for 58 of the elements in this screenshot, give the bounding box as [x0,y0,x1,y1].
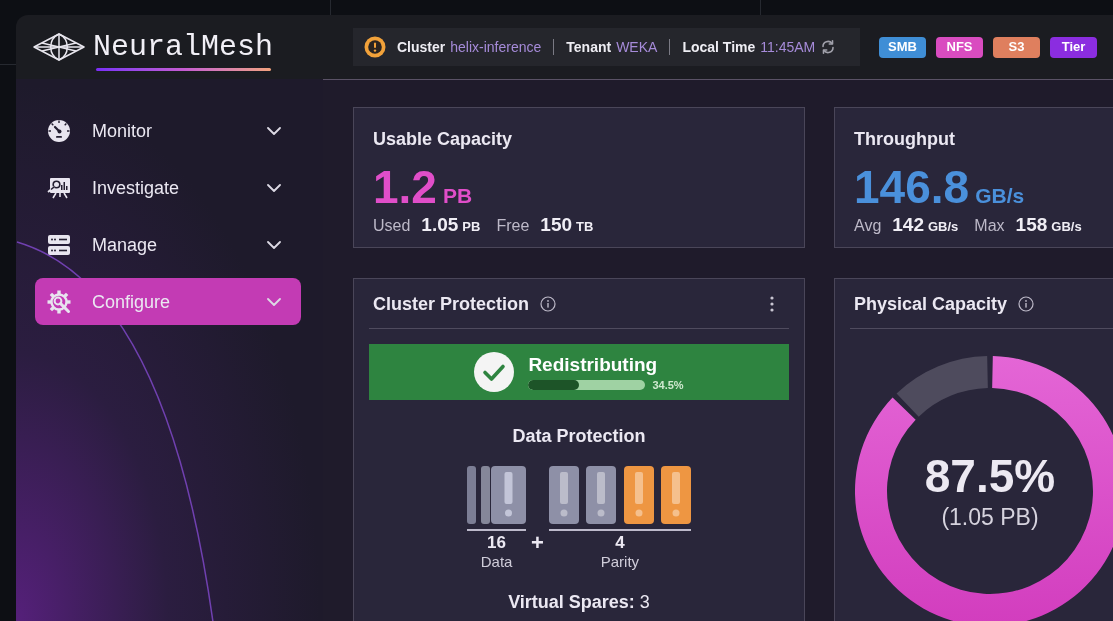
drive-stack-icon [467,466,527,524]
context-label: Cluster [397,37,446,57]
plus-sign: + [531,532,544,554]
protocol-tag: SMB [879,36,926,58]
section-title: Data Protection [512,425,646,447]
stat-label: Max [974,216,1005,236]
virtual-spares-text: Virtual Spares: 3 [508,591,650,613]
drive-group-label: Parity [600,553,640,571]
donut-percent: 87.5% [924,451,1056,500]
protocol-tag: Tier [1050,36,1097,58]
nav-item[interactable]: Configure [35,278,301,325]
card-title: Usable Capacity [373,128,514,150]
context-value: WEKA [616,37,658,57]
check-circle-icon [474,352,515,392]
stat-unit: GB/s [928,218,959,236]
gauge-icon [47,118,71,143]
metric-value: 146.8 [854,164,970,210]
context-label: Tenant [566,37,612,57]
stat-label: Used [373,216,411,236]
metric-unit: PB [442,184,473,208]
info-icon[interactable] [1018,295,1035,312]
stat-value: 1.05 [421,213,459,237]
warning-icon [363,35,387,59]
logo-text: NeuralMesh [93,31,274,62]
stat-value: 150 [540,213,572,237]
gear-magnifier-icon [47,289,71,314]
protocol-tag: S3 [993,36,1040,58]
protocol-tag: NFS [936,36,983,58]
nav-item[interactable]: Monitor [35,107,301,154]
card-title: Cluster Protection [373,292,530,315]
drive-count: 16 [487,533,506,553]
stat-label: Avg [854,216,882,236]
context-value: helix-inference [450,37,542,57]
stat-unit: PB [462,218,481,236]
status-label: Redistributing [528,353,659,377]
kebab-menu-icon[interactable] [770,295,774,312]
card-title: Throughput [854,128,956,150]
metric-value: 1.2 [373,164,437,210]
refresh-icon[interactable] [821,40,836,54]
drive-count: 4 [615,533,625,553]
stat-value: 158 [1015,213,1048,237]
progress-reading: 34.5% [652,379,684,391]
server-icon [47,232,71,257]
card-title: Physical Capacity [854,292,1008,315]
metric-unit: GB/s [975,184,1025,208]
stat-label: Free [496,216,530,236]
nav-item[interactable]: Investigate [35,164,301,211]
context-value: 11:45AM [760,37,816,57]
logo-icon [33,33,85,61]
donut-amount: (1.05 PB) [941,502,1039,531]
stat-value: 142 [892,213,924,237]
info-icon[interactable] [540,295,557,312]
context-label: Local Time [682,37,756,57]
presentation-chart-icon [47,175,71,200]
drive-group-label: Data [480,553,513,571]
nav-item[interactable]: Manage [35,221,301,268]
stat-unit: GB/s [1051,218,1082,236]
stat-unit: TB [576,218,594,236]
